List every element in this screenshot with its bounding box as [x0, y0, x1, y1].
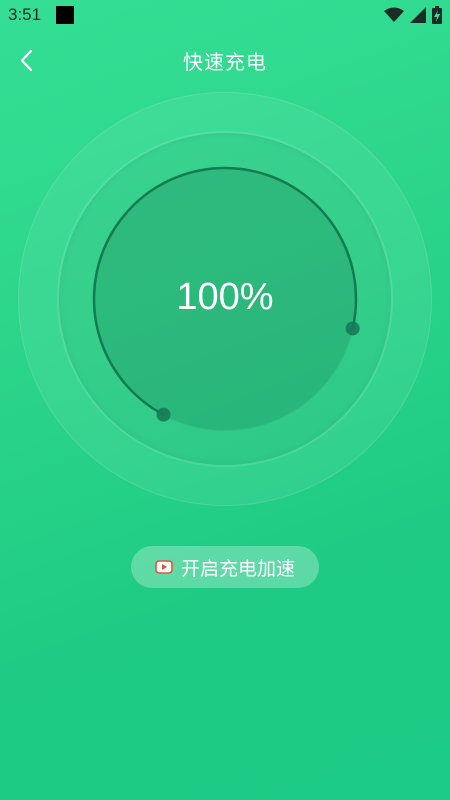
boost-charging-button[interactable]: 开启充电加速: [131, 546, 319, 588]
gauge-end-dot: [345, 321, 360, 336]
status-icons: [384, 6, 442, 24]
status-time: 3:51: [8, 5, 42, 24]
notification-icon: [56, 6, 74, 24]
status-bar: 3:51: [0, 0, 450, 30]
charge-gauge: 100%: [18, 92, 432, 506]
page-title: 快速充电: [183, 50, 267, 74]
gauge-start-dot: [156, 407, 171, 422]
charge-percent: 100%: [176, 276, 274, 318]
header: 快速充电: [0, 38, 450, 82]
boost-charging-label: 开启充电加速: [180, 557, 295, 580]
signal-icon: [410, 7, 426, 23]
video-play-icon: [155, 560, 173, 574]
battery-charging-icon: [432, 6, 442, 24]
wifi-icon: [384, 7, 404, 22]
